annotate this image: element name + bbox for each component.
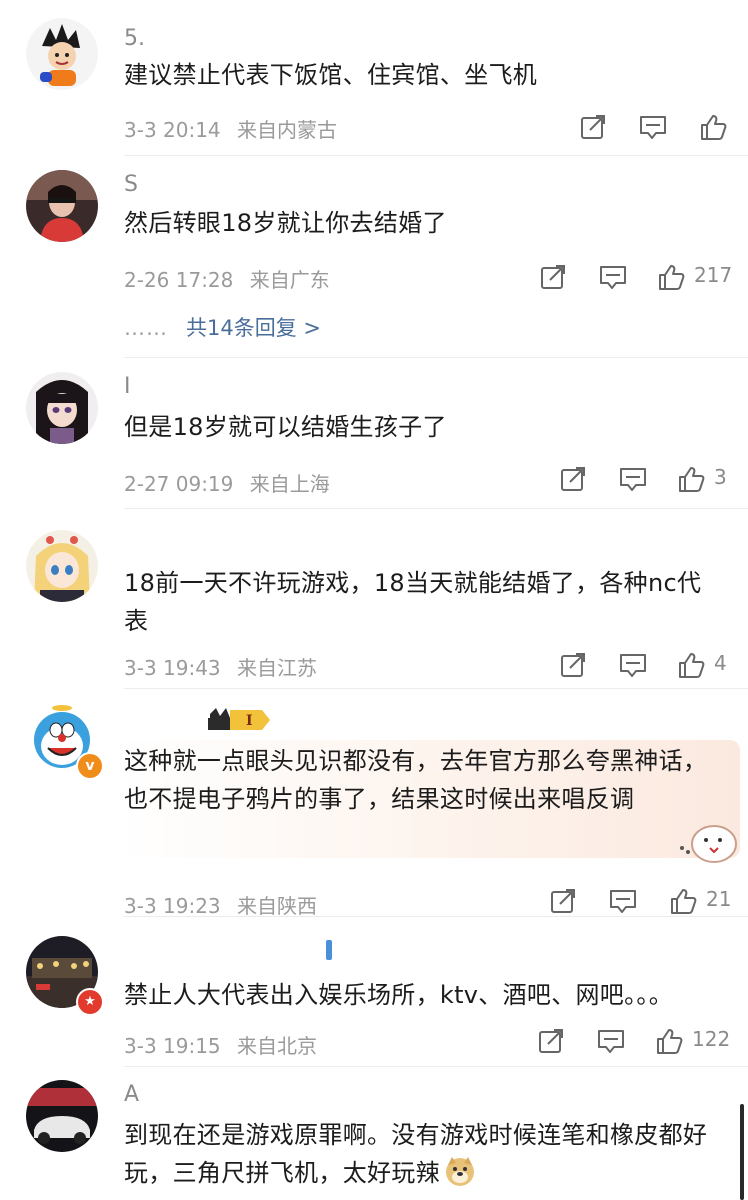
like-icon[interactable] (668, 886, 698, 916)
repost-icon[interactable] (536, 1026, 566, 1056)
comment-item: v I 这种就一点眼头见识都没有，去年官方那么夸黑神话，也不提电子鸦片的事了，结… (0, 690, 748, 918)
comment-time: 2-27 09:19 (124, 472, 234, 496)
username-mark (326, 940, 332, 960)
comment-icon[interactable] (608, 886, 638, 916)
scrollbar[interactable] (740, 1104, 744, 1200)
username[interactable]: 5. (124, 26, 145, 51)
like-count: 122 (692, 1027, 731, 1051)
comment-item: 5. 建议禁止代表下饭馆、住宾馆、坐飞机 3-3 20:14 来自内蒙古 (0, 0, 748, 160)
comment-icon[interactable] (596, 1026, 626, 1056)
like-icon[interactable] (698, 112, 728, 142)
replies-label[interactable]: 共14条回复 > (186, 316, 321, 340)
repost-icon[interactable] (578, 112, 608, 142)
comment-text-content: 到现在还是游戏原罪啊。没有游戏时候连笔和橡皮都好玩，三角尺拼飞机，太好玩辣 (124, 1121, 708, 1187)
like-icon[interactable] (676, 464, 706, 494)
comment-actions: 217 (538, 262, 738, 294)
comment-meta: 3-3 20:14 来自内蒙古 (124, 114, 337, 143)
comment-meta: 2-26 17:28 来自广东 (124, 264, 330, 293)
more-replies-link[interactable]: …… 共14条回复 > (124, 312, 321, 342)
comment-meta: 3-3 19:43 来自江苏 (124, 652, 317, 681)
comment-location: 来自内蒙古 (237, 118, 338, 142)
comment-time: 2-26 17:28 (124, 268, 234, 292)
username[interactable]: I (124, 374, 131, 399)
comment-time: 3-3 19:15 (124, 1034, 221, 1058)
divider (124, 916, 748, 917)
like-count: 217 (694, 263, 733, 287)
divider (124, 155, 748, 156)
repost-icon[interactable] (548, 886, 578, 916)
like-count: 4 (714, 651, 727, 675)
comment-icon[interactable] (618, 650, 648, 680)
comment-meta: 2-27 09:19 来自上海 (124, 468, 330, 497)
divider (124, 508, 748, 509)
comment-text: 这种就一点眼头见识都没有，去年官方那么夸黑神话，也不提电子鸦片的事了，结果这时候… (124, 747, 708, 813)
comment-text: 然后转眼18岁就让你去结婚了 (124, 209, 447, 237)
avatar[interactable] (26, 1080, 98, 1152)
avatar[interactable] (26, 372, 98, 444)
comment-time: 3-3 20:14 (124, 118, 221, 142)
comment-icon[interactable] (598, 262, 628, 292)
like-count: 3 (714, 465, 727, 489)
comment-item: I 但是18岁就可以结婚生孩子了 2-27 09:19 来自上海 3 (0, 360, 748, 510)
comment-item: 18前一天不许玩游戏，18当天就能结婚了，各种nc代表 3-3 19:43 来自… (0, 512, 748, 690)
comment-text: 到现在还是游戏原罪啊。没有游戏时候连笔和橡皮都好玩，三角尺拼飞机，太好玩辣 (124, 1116, 718, 1192)
username[interactable]: S (124, 172, 138, 197)
username[interactable]: A (124, 1082, 139, 1107)
replies-dots: …… (124, 316, 168, 340)
avatar[interactable] (26, 170, 98, 242)
divider (124, 357, 748, 358)
like-icon[interactable] (656, 262, 686, 292)
comment-meta: 3-3 19:15 来自北京 (124, 1030, 317, 1059)
comment-meta: 3-3 19:23 来自陕西 (124, 890, 317, 919)
comment-actions: 4 (558, 650, 738, 682)
avatar[interactable] (26, 530, 98, 602)
like-count: 21 (706, 887, 732, 911)
comment-time: 3-3 19:23 (124, 894, 221, 918)
comment-actions: 21 (548, 886, 738, 918)
comment-actions (578, 112, 738, 144)
verified-badge: v (76, 752, 104, 780)
comment-text: 禁止人大代表出入娱乐场所，ktv、酒吧、网吧。。。 (124, 981, 674, 1009)
repost-icon[interactable] (558, 464, 588, 494)
comment-item: ★ 禁止人大代表出入娱乐场所，ktv、酒吧、网吧。。。 3-3 19:15 来自… (0, 918, 748, 1068)
comment-icon[interactable] (618, 464, 648, 494)
comment-location: 来自陕西 (237, 894, 318, 918)
avatar[interactable] (26, 18, 98, 90)
comment-text: 但是18岁就可以结婚生孩子了 (124, 413, 447, 441)
comment-time: 3-3 19:43 (124, 656, 221, 680)
divider (124, 688, 748, 689)
comment-icon[interactable] (638, 112, 668, 142)
comment-actions: 122 (536, 1026, 738, 1058)
red-badge-icon: ★ (76, 988, 104, 1016)
like-icon[interactable] (654, 1026, 684, 1056)
repost-icon[interactable] (558, 650, 588, 680)
comment-actions: 3 (558, 464, 738, 496)
repost-icon[interactable] (538, 262, 568, 292)
level-badge: I (208, 708, 270, 730)
comment-item: A 到现在还是游戏原罪啊。没有游戏时候连笔和橡皮都好玩，三角尺拼飞机，太好玩辣 (0, 1068, 748, 1200)
comment-location: 来自江苏 (237, 656, 318, 680)
comment-text: 建议禁止代表下饭馆、住宾馆、坐飞机 (124, 61, 538, 89)
doge-emoji-icon (445, 1157, 474, 1186)
divider (124, 1066, 748, 1067)
like-icon[interactable] (676, 650, 706, 680)
comment-text: 18前一天不许玩游戏，18当天就能结婚了，各种nc代表 (124, 569, 702, 635)
level-badge-label: I (246, 713, 253, 729)
comment-item: S 然后转眼18岁就让你去结婚了 2-26 17:28 来自广东 217 …… 共… (0, 158, 748, 360)
comment-location: 来自上海 (249, 472, 330, 496)
comment-location: 来自北京 (237, 1034, 318, 1058)
comment-location: 来自广东 (249, 268, 330, 292)
sticker-icon (680, 825, 737, 863)
